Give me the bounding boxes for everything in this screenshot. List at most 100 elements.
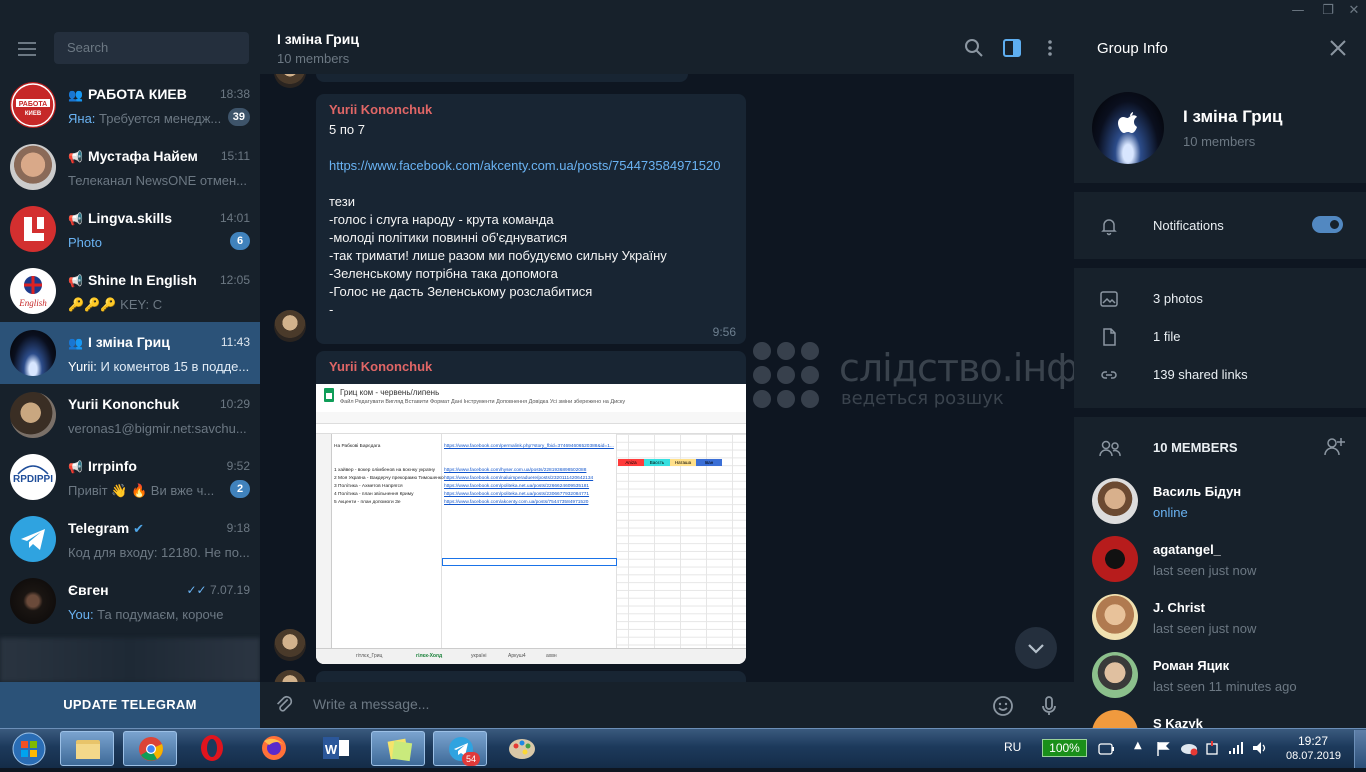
channel-icon: 📢	[68, 150, 83, 164]
close-icon[interactable]	[1328, 38, 1348, 58]
sheet-column-a	[332, 434, 442, 648]
sheet-row-headers	[316, 434, 332, 648]
preview-text: veronas1@bigmir.net:savchu...	[68, 421, 247, 436]
sidebar-toggle-icon[interactable]	[1000, 36, 1024, 60]
taskbar-word[interactable]: W	[309, 731, 363, 766]
chat-preview: 🔑🔑🔑 KEY: C	[68, 297, 250, 313]
sheet-tab: гітлєк_Гриц	[356, 653, 383, 659]
network-cloud-icon[interactable]	[1179, 740, 1199, 756]
battery-plug-icon[interactable]	[1098, 741, 1116, 757]
scroll-down-button[interactable]	[1015, 627, 1057, 669]
group-avatar[interactable]	[1092, 92, 1164, 164]
chat-item-shine-in-english[interactable]: English 📢 Shine In English 12:05 🔑🔑🔑 KEY:…	[0, 260, 260, 322]
telegram-unread-badge: 54	[462, 752, 480, 766]
message-input[interactable]: Write a message...	[313, 696, 429, 712]
taskbar-explorer[interactable]	[60, 731, 114, 766]
sheet-cell: 2 Моя Україна - Вакдерчу прекорамю Тимош…	[334, 476, 444, 481]
sender-avatar[interactable]	[274, 74, 306, 88]
menu-icon[interactable]	[18, 42, 36, 56]
chat-name: Yurii Kononchuk	[68, 396, 180, 412]
taskbar-firefox[interactable]	[247, 731, 301, 766]
chat-list-sidebar: Search РАБОТА КИЕВ 👥 РАБОТА КИЕВ 18:38 Яна…	[0, 22, 260, 728]
chat-item-rabota-kiev[interactable]: РАБОТА КИЕВ 👥 РАБОТА КИЕВ 18:38 Яна: Требу…	[0, 74, 260, 136]
power-icon[interactable]	[1204, 740, 1220, 756]
member-item[interactable]: S Kazyk	[1074, 710, 1366, 728]
microphone-icon[interactable]	[1037, 694, 1061, 718]
photo-icon	[1100, 291, 1118, 307]
taskbar-sticky-notes[interactable]	[371, 731, 425, 766]
more-options-icon[interactable]	[1038, 36, 1062, 60]
chat-item-i-zmina-hryts[interactable]: 👥 І зміна Гриц 11:43 Yurii: И коментов 15…	[0, 322, 260, 384]
chat-item-yurii-kononchuk[interactable]: Yurii Kononchuk 10:29 veronas1@bigmir.ne…	[0, 384, 260, 446]
search-input[interactable]: Search	[54, 32, 249, 64]
unread-badge: 39	[227, 108, 250, 126]
chat-title[interactable]: І зміна Гриц	[277, 31, 359, 47]
message-link[interactable]: https://www.facebook.com/akcenty.com.ua/…	[329, 158, 720, 173]
member-item[interactable]: Василь Бідун online	[1074, 478, 1366, 536]
volume-icon[interactable]	[1252, 741, 1268, 755]
clock-date[interactable]: 08.07.2019	[1286, 750, 1341, 762]
show-hidden-icons[interactable]: ▲	[1134, 740, 1142, 751]
chat-item-irrpinfo[interactable]: RPDIPPI 📢 Irrpinfo 9:52 Привіт 👋 🔥 Ви вже…	[0, 446, 260, 508]
chat-item-lingva-skills[interactable]: 📢 Lingva.skills 14:01 Photo 6	[0, 198, 260, 260]
shared-files-row[interactable]: 1 file	[1074, 318, 1366, 356]
close-window-button[interactable]: ✕	[1340, 0, 1366, 22]
chat-time: 18:38	[219, 87, 250, 101]
action-center-flag-icon[interactable]	[1156, 741, 1170, 757]
sender-avatar[interactable]	[274, 670, 306, 682]
chat-time: 11:43	[220, 335, 250, 349]
minimize-button[interactable]: —	[1284, 0, 1312, 22]
chat-name: РАБОТА КИЕВ	[87, 86, 187, 102]
avatar	[10, 578, 56, 624]
taskbar-telegram[interactable]: 54	[433, 731, 487, 766]
message-author[interactable]: Yurii Kononchuk	[329, 102, 432, 117]
attach-icon[interactable]	[273, 694, 295, 716]
taskbar-chrome[interactable]	[123, 731, 177, 766]
chat-item-mustafa-nayem[interactable]: 📢 Мустафа Найем 15:11 Телеканал NewsONE о…	[0, 136, 260, 198]
chat-item-yevhen[interactable]: Євген ✓✓ 7.07.19 You: Та подумаєм, короч…	[0, 570, 260, 632]
svg-text:КИЕВ: КИЕВ	[25, 111, 42, 117]
taskbar-opera[interactable]	[185, 731, 239, 766]
battery-indicator[interactable]: 100%	[1042, 739, 1087, 757]
avatar	[1092, 536, 1138, 582]
search-icon[interactable]	[962, 36, 986, 60]
add-member-icon[interactable]	[1322, 435, 1346, 457]
start-button-icon[interactable]	[4, 730, 54, 768]
maximize-button[interactable]: ❐	[1314, 0, 1342, 22]
emoji-icon[interactable]	[991, 694, 1015, 718]
sender-avatar[interactable]	[274, 629, 306, 661]
notifications-toggle[interactable]	[1312, 216, 1343, 233]
shared-photos-row[interactable]: 3 photos	[1074, 280, 1366, 318]
avatar	[1092, 652, 1138, 698]
shared-links-row[interactable]: 139 shared links	[1074, 356, 1366, 394]
update-telegram-button[interactable]: UPDATE TELEGRAM	[0, 682, 260, 728]
message-bubble-partial	[316, 74, 688, 82]
taskbar-paint[interactable]	[495, 731, 549, 766]
spreadsheet-photo[interactable]: Гриц ком - червень/липень Файл Редагуват…	[316, 384, 746, 664]
avatar: РАБОТА КИЕВ	[10, 82, 56, 128]
bell-icon	[1101, 219, 1117, 236]
clock-time[interactable]: 19:27	[1298, 734, 1328, 748]
chat-time: ✓✓ 7.07.19	[186, 583, 251, 597]
member-item[interactable]: Роман Яцик last seen 11 minutes ago	[1074, 652, 1366, 710]
chat-name: Telegram	[68, 520, 130, 536]
group-member-count: 10 members	[1183, 134, 1256, 149]
channel-icon: 📢	[68, 274, 83, 288]
chat-time: 14:01	[219, 211, 250, 225]
blurred-chat-item	[0, 638, 260, 682]
member-item[interactable]: J. Christ last seen just now	[1074, 594, 1366, 652]
apple-logo-icon	[1118, 112, 1137, 133]
member-item[interactable]: agatangel_ last seen just now	[1074, 536, 1366, 594]
message-author[interactable]: Yurii Kononchuk	[329, 359, 432, 374]
sheet-cell: 5 Акценти - план допомоги Зе	[334, 500, 401, 505]
group-icon: 👥	[68, 336, 83, 350]
sheet-cell: 4 Політика - план звільнення Криму	[334, 492, 414, 497]
sheet-tab: україні	[471, 653, 487, 659]
chat-name: Євген	[68, 582, 109, 598]
show-desktop-button[interactable]	[1354, 730, 1366, 768]
sender-avatar[interactable]	[274, 310, 306, 342]
chat-item-telegram[interactable]: Telegram ✔ 9:18 Код для входу: 12180. Не…	[0, 508, 260, 570]
language-indicator[interactable]: RU	[1004, 740, 1021, 754]
signal-icon[interactable]	[1228, 741, 1244, 755]
channel-icon: 📢	[68, 460, 83, 474]
